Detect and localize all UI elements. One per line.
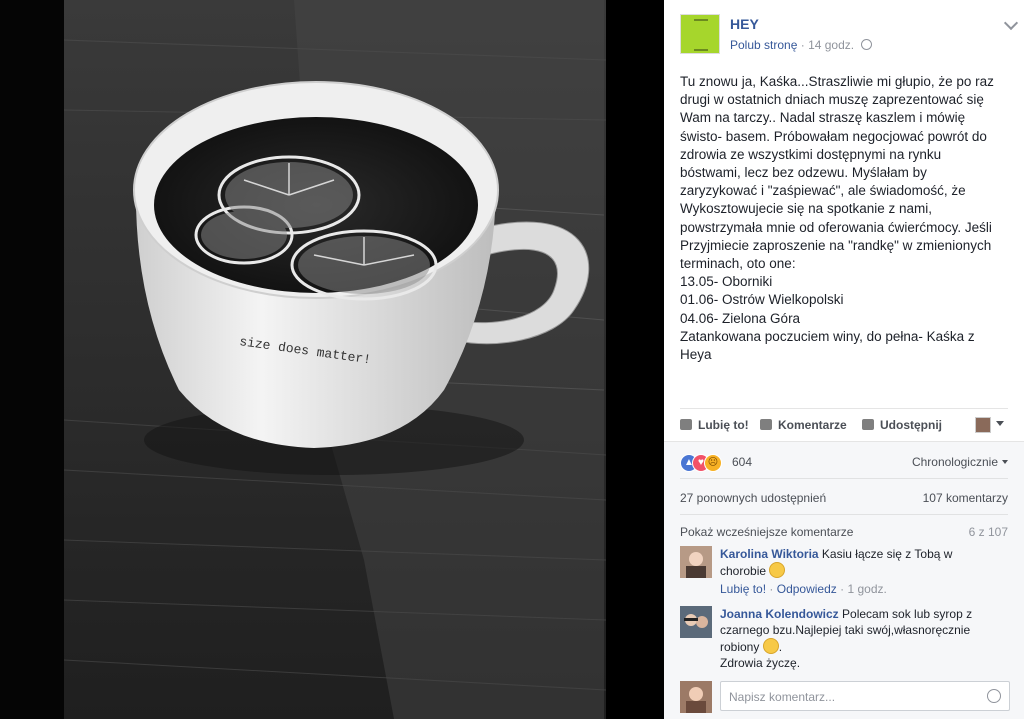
page-name-link[interactable]: HEY bbox=[730, 16, 759, 32]
comment-text: chorobie bbox=[720, 564, 767, 578]
post-text-line: Przyjmiecie zaproszenie na "randkę" w zm… bbox=[680, 237, 992, 253]
comment-reply-link[interactable]: Odpowiedz bbox=[777, 582, 837, 596]
comment-text: Zdrowia życzę. bbox=[720, 656, 801, 670]
comment-button[interactable]: Komentarze bbox=[760, 418, 847, 432]
smiley-icon[interactable] bbox=[987, 689, 1001, 703]
like-label: Lubię to! bbox=[698, 418, 749, 432]
globe-icon bbox=[861, 39, 873, 50]
emoji-icon bbox=[762, 638, 779, 654]
commenter-name[interactable]: Karolina Wiktoria bbox=[720, 547, 819, 561]
post-text-line: powstrzymała mnie od oferowania ćwierćmo… bbox=[680, 219, 992, 235]
comment-time[interactable]: 1 godz. bbox=[847, 582, 886, 596]
comment-order-dropdown[interactable]: Chronologicznie bbox=[912, 455, 1008, 469]
post-text-line: bóstwami, lecz bez odzewu. Myślałam by bbox=[680, 165, 927, 181]
post-text: Tu znowu ja, Kaśka...Straszliwie mi głup… bbox=[680, 73, 1010, 364]
caret-down-icon bbox=[1002, 460, 1008, 464]
thumbs-up-icon bbox=[680, 419, 692, 430]
comment-text: Polecam sok lub syrop z bbox=[842, 607, 973, 621]
avatar[interactable] bbox=[680, 606, 712, 638]
show-previous-comments-link[interactable]: Pokaż wcześniejsze komentarze bbox=[680, 525, 853, 539]
page-avatar[interactable] bbox=[680, 14, 720, 54]
post-text-line: drugi w ostatnich dniach muszę zaprezent… bbox=[680, 92, 984, 108]
comment-body: Karolina Wiktoria Kasiu łącze się z Tobą… bbox=[720, 546, 1000, 597]
comment-input[interactable]: Napisz komentarz... bbox=[720, 681, 1010, 711]
divider bbox=[680, 478, 1008, 479]
post-text-line: 01.06- Ostrów Wielkopolski bbox=[680, 292, 844, 308]
tea-mug-photo: size does matter! bbox=[64, 0, 606, 719]
emoji-icon bbox=[769, 562, 786, 578]
comment-text: Kasiu łącze się z Tobą w bbox=[821, 547, 953, 561]
reaction-count: 604 bbox=[732, 455, 753, 469]
comment-label: Komentarze bbox=[778, 418, 847, 432]
like-button[interactable]: Lubię to! bbox=[680, 418, 749, 432]
comment-composer: Napisz komentarz... bbox=[680, 681, 1010, 713]
post-text-line: 04.06- Zielona Góra bbox=[680, 310, 801, 326]
sad-reaction-icon: ☹ bbox=[704, 454, 722, 472]
post-panel: HEY Polub stronę · 14 godz. Tu znowu ja,… bbox=[664, 0, 1024, 719]
post-time[interactable]: 14 godz. bbox=[808, 38, 854, 52]
actor-avatar[interactable] bbox=[975, 417, 991, 433]
post-text-line: Wykosztowujecie się na spotkanie z nami, bbox=[680, 201, 932, 217]
logo-mark-top bbox=[694, 19, 708, 21]
comment-like-link[interactable]: Lubię to! bbox=[720, 582, 766, 596]
avatar[interactable] bbox=[680, 546, 712, 578]
post-header: HEY Polub stronę · 14 godz. bbox=[680, 14, 1019, 58]
feedback-section: ▲ ♥ ☹ 604 Chronologicznie 27 ponownych u… bbox=[664, 441, 1024, 719]
lightbox-gap bbox=[606, 0, 664, 719]
previous-count: 6 z 107 bbox=[968, 525, 1008, 539]
post-text-line: zaryzykować i "zaśpiewać", ale świadomoś… bbox=[680, 183, 966, 199]
post-text-line: świsto- basem. Próbowałam negocjować pow… bbox=[680, 128, 987, 144]
post-photo[interactable]: size does matter! bbox=[64, 0, 606, 719]
post-text-line: Wam na tarczy.. Nadal straszę kaszlem i … bbox=[680, 110, 966, 126]
comment-item: Karolina Wiktoria Kasiu łącze się z Tobą… bbox=[680, 546, 1010, 602]
divider bbox=[680, 514, 1008, 515]
post-text-line: Zatankowana poczuciem winy, do pełna- Ka… bbox=[680, 328, 975, 344]
comment-body: Joanna Kolendowicz Polecam sok lub syrop… bbox=[720, 606, 1000, 671]
post-text-line: zdrowia ze wszystkimi dostępnymi na rynk… bbox=[680, 146, 942, 162]
share-icon bbox=[862, 419, 874, 430]
post-meta: Polub stronę · 14 godz. bbox=[730, 38, 873, 52]
order-label: Chronologicznie bbox=[911, 455, 998, 469]
chevron-down-icon[interactable] bbox=[996, 421, 1004, 426]
comment-icon bbox=[760, 419, 772, 430]
like-page-link[interactable]: Polub stronę bbox=[730, 38, 797, 52]
post-text-line: Tu znowu ja, Kaśka...Straszliwie mi głup… bbox=[680, 74, 994, 89]
chevron-down-icon[interactable] bbox=[1003, 15, 1019, 31]
post-text-line: 13.05- Oborniki bbox=[680, 274, 773, 290]
meta-separator: · bbox=[800, 38, 805, 52]
comment-text: . bbox=[778, 640, 783, 654]
comments-count: 107 komentarzy bbox=[922, 491, 1008, 505]
left-background-strip bbox=[0, 0, 64, 719]
avatar bbox=[680, 681, 712, 713]
logo-mark-bottom bbox=[694, 49, 708, 51]
comment-text: czarnego bzu.Najlepiej taki swój,własnor… bbox=[720, 623, 971, 637]
post-actions: Lubię to! Komentarze Udostępnij bbox=[680, 408, 1008, 441]
share-button[interactable]: Udostępnij bbox=[862, 418, 942, 432]
share-label: Udostępnij bbox=[880, 418, 942, 432]
comment-text: robiony bbox=[720, 640, 760, 654]
comment-actions: Lubię to! · Odpowiedz · 1 godz. bbox=[720, 582, 887, 596]
comment-item: Joanna Kolendowicz Polecam sok lub syrop… bbox=[680, 606, 1010, 672]
comment-input-placeholder: Napisz komentarz... bbox=[729, 690, 836, 704]
post-text-line: terminach, oto one: bbox=[680, 256, 796, 272]
commenter-name[interactable]: Joanna Kolendowicz bbox=[720, 607, 839, 621]
shares-link[interactable]: 27 ponownych udostępnień bbox=[680, 491, 826, 505]
post-text-line: Heya bbox=[680, 347, 712, 363]
